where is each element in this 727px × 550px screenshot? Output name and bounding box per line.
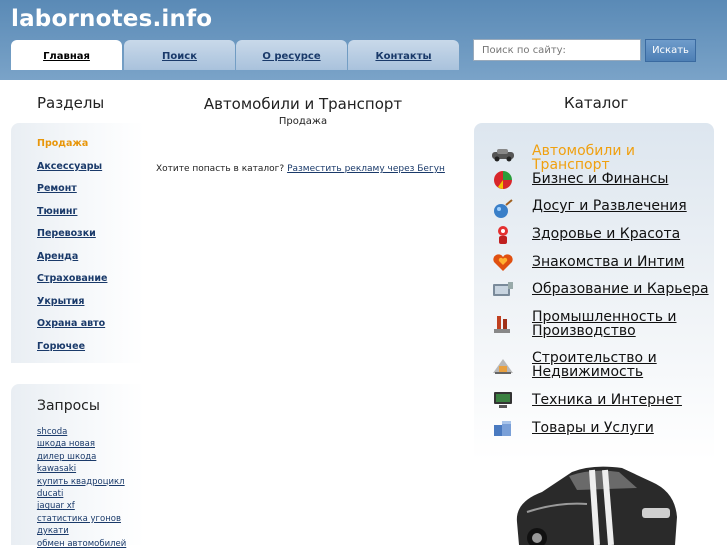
page-subtitle: Продажа (278, 116, 328, 127)
catalog-item-industry-line2[interactable]: Производство (532, 323, 636, 339)
query-link[interactable]: обмен автомобилей (37, 539, 126, 549)
catalog-item-dating[interactable]: Знакомства и Интим (532, 255, 684, 269)
query-link[interactable]: ducati (37, 489, 63, 499)
construction-icon (493, 359, 513, 374)
header-bar: labornotes.info Главная Поиск О ресурсе … (0, 0, 727, 80)
section-link[interactable]: Горючее (37, 341, 85, 352)
query-item[interactable]: обмен автомобилей (37, 538, 126, 550)
car-icon (492, 149, 514, 162)
search-input[interactable] (473, 39, 641, 61)
sections-title: Разделы (37, 94, 105, 112)
section-item[interactable]: Тюнинг (37, 203, 107, 226)
query-item[interactable]: купить квадроцикл (37, 476, 126, 488)
section-link[interactable]: Перевозки (37, 228, 96, 239)
query-link[interactable]: статистика угонов (37, 514, 121, 524)
section-link[interactable]: Продажа (37, 138, 88, 149)
education-icon (493, 282, 513, 296)
catalog-item-leisure[interactable]: Досуг и Развлечения (532, 199, 687, 213)
section-link[interactable]: Аксессуары (37, 161, 102, 172)
tab-home[interactable]: Главная (11, 40, 122, 70)
queries-panel: Запросы shcoda шкода новая дилер шкода k… (11, 384, 144, 549)
section-item[interactable]: Горючее (37, 338, 107, 361)
tab-about-label[interactable]: О ресурсе (262, 51, 320, 62)
section-item[interactable]: Аксессуары (37, 158, 107, 181)
ad-link[interactable]: Разместить рекламу через Бегун (287, 164, 445, 174)
section-link[interactable]: Тюнинг (37, 206, 77, 217)
section-item[interactable]: Продажа (37, 135, 107, 158)
query-item[interactable]: jaguar xf (37, 500, 126, 512)
query-item[interactable]: дукати (37, 525, 126, 537)
query-link[interactable]: купить квадроцикл (37, 477, 125, 487)
catalog-title: Каталог (564, 94, 629, 112)
section-link[interactable]: Охрана авто (37, 318, 105, 329)
query-item[interactable]: шкода новая (37, 438, 126, 450)
health-icon (498, 226, 508, 244)
catalog-item-industry[interactable]: Промышленность и Производство (532, 310, 677, 338)
query-link[interactable]: шкода новая (37, 439, 95, 449)
chart-icon (494, 171, 512, 189)
section-link[interactable]: Аренда (37, 251, 78, 262)
query-link[interactable]: kawasaki (37, 464, 76, 474)
computer-icon (494, 392, 512, 408)
goods-icon (494, 421, 511, 436)
tab-contacts[interactable]: Контакты (348, 40, 459, 70)
section-item[interactable]: Охрана авто (37, 315, 107, 338)
section-link[interactable]: Укрытия (37, 296, 84, 307)
section-item[interactable]: Ремонт (37, 180, 107, 203)
sections-panel: Продажа Аксессуары Ремонт Тюнинг Перевоз… (11, 123, 144, 363)
section-item[interactable]: Аренда (37, 248, 107, 271)
car-illustration (516, 466, 677, 545)
query-item[interactable]: kawasaki (37, 463, 126, 475)
query-item[interactable]: дилер шкода (37, 451, 126, 463)
catalog-item-tech[interactable]: Техника и Интернет (532, 393, 682, 407)
catalog-item-health[interactable]: Здоровье и Красота (532, 227, 680, 241)
catalog-item-auto[interactable]: Автомобили и Транспорт (532, 144, 714, 172)
section-item[interactable]: Страхование (37, 270, 107, 293)
query-link[interactable]: jaguar xf (37, 501, 75, 511)
query-link[interactable]: дукати (37, 526, 69, 536)
industry-icon (494, 316, 510, 333)
leisure-icon (494, 199, 513, 218)
query-item[interactable]: shcoda (37, 426, 126, 438)
tab-search[interactable]: Поиск (124, 40, 235, 70)
tab-search-label[interactable]: Поиск (162, 51, 197, 62)
hearts-icon (493, 254, 513, 271)
section-item[interactable]: Укрытия (37, 293, 107, 316)
catalog-item-construction-line2[interactable]: Недвижимость (532, 364, 643, 380)
ad-line: Хотите попасть в каталог? Разместить рек… (156, 164, 445, 174)
tab-contacts-label[interactable]: Контакты (375, 51, 431, 62)
query-link[interactable]: shcoda (37, 427, 67, 437)
catalog-item-construction[interactable]: Строительство и Недвижимость (532, 351, 657, 379)
query-link[interactable]: дилер шкода (37, 452, 96, 462)
queries-title: Запросы (37, 398, 100, 414)
catalog-item-goods[interactable]: Товары и Услуги (532, 421, 654, 435)
page-title: Автомобили и Транспорт (203, 95, 403, 113)
section-item[interactable]: Перевозки (37, 225, 107, 248)
section-link[interactable]: Ремонт (37, 183, 77, 194)
query-item[interactable]: статистика угонов (37, 513, 126, 525)
query-item[interactable]: ducati (37, 488, 126, 500)
catalog-item-education[interactable]: Образование и Карьера (532, 282, 709, 296)
catalog-item-business[interactable]: Бизнес и Финансы (532, 172, 668, 186)
tab-home-label[interactable]: Главная (43, 51, 90, 62)
tab-about[interactable]: О ресурсе (236, 40, 347, 70)
section-link[interactable]: Страхование (37, 273, 107, 284)
ad-text: Хотите попасть в каталог? (156, 164, 285, 174)
site-logo[interactable]: labornotes.info (11, 6, 212, 32)
search-button[interactable]: Искать (645, 39, 696, 62)
